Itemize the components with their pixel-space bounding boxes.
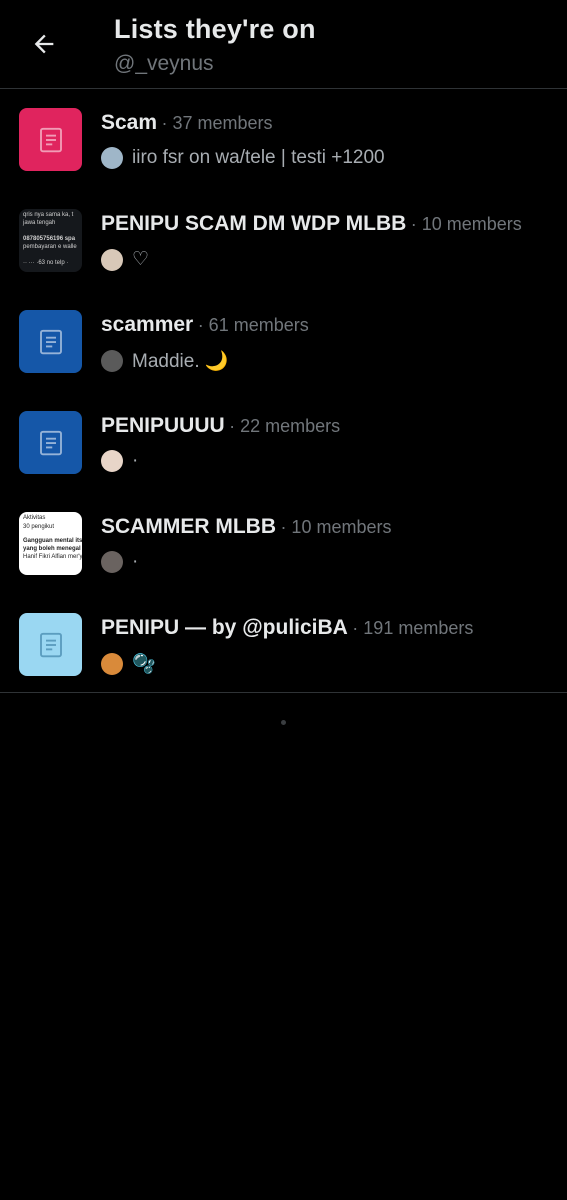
owner-name: 🫧 [132, 654, 156, 675]
page-header: Lists they're on @_veynus [0, 0, 567, 89]
thumbnail-text: Hanif Fikri Alfian mer'y [23, 554, 82, 560]
user-handle: @_veynus [114, 52, 214, 75]
list-title-line: SCAMMER MLBB · 10 members [101, 515, 391, 539]
list-title-line: PENIPUUUU · 22 members [101, 414, 340, 438]
list-document-icon [39, 632, 62, 657]
list-item[interactable]: Scam · 37 members iiro fsr on wa/tele | t… [0, 89, 567, 190]
list-item[interactable]: PENIPU — by @puliciBA · 191 members 🫧 [0, 594, 567, 695]
list-thumbnail [19, 310, 82, 373]
list-name: Scam [101, 111, 158, 134]
list-name: scammer [101, 313, 194, 336]
list-thumbnail [19, 613, 82, 676]
list-owner-line: iiro fsr on wa/tele | testi +1200 [101, 147, 385, 169]
list-item[interactable]: PENIPUUUU · 22 members · [0, 392, 567, 493]
list-owner-line: ♡ [101, 248, 149, 271]
divider [0, 692, 567, 693]
page-title: Lists they're on [114, 14, 316, 44]
owner-avatar [101, 147, 123, 169]
member-count: · 10 members [280, 517, 392, 537]
owner-avatar [101, 350, 123, 372]
thumbnail-text: qris nya sama ka, t [23, 212, 74, 218]
list-item[interactable]: qris nya sama ka, t jawa tengah 0878057561… [0, 190, 567, 291]
owner-name: iiro fsr on wa/tele | testi +1200 [132, 147, 385, 168]
thumbnail-screenshot: Aktivitas 30 pengikut Gangguan mental its y… [19, 512, 82, 575]
list-item[interactable]: Aktivitas 30 pengikut Gangguan mental its y… [0, 493, 567, 594]
thumbnail-text: Gangguan mental its [23, 538, 82, 544]
owner-name: Maddie. 🌙 [132, 351, 229, 372]
list-title-line: PENIPU — by @puliciBA · 191 members [101, 616, 473, 640]
owner-avatar [101, 248, 123, 271]
owner-name: · [132, 551, 139, 572]
thumbnail-text: yang boleh menegal [23, 546, 81, 552]
arrow-left-icon [34, 34, 54, 54]
list-title-line: Scam · 37 members [101, 111, 273, 135]
list-thumbnail: Aktivitas 30 pengikut Gangguan mental its y… [19, 512, 82, 575]
list-owner-line: · [101, 551, 138, 573]
list-title-line: scammer · 61 members [101, 313, 309, 337]
thumbnail-text: 30 pengikut [23, 524, 55, 530]
list-owner-line: · [101, 450, 138, 472]
member-count: · 37 members [161, 113, 273, 133]
thumbnail-text: ·· ··· ·63 no telp · [23, 260, 69, 266]
list-document-icon [39, 127, 62, 152]
owner-name: ♡ [132, 249, 150, 270]
list-item[interactable]: scammer · 61 members Maddie. 🌙 [0, 291, 567, 392]
owner-name: · [132, 450, 139, 471]
list-owner-line: 🫧 [101, 652, 156, 676]
list-thumbnail [19, 411, 82, 474]
thumbnail-text: pembayaran e walle [23, 244, 77, 250]
thumbnail-text: Aktivitas [23, 515, 46, 521]
loading-dot [281, 720, 286, 725]
list-document-icon [39, 329, 62, 354]
list-owner-line: Maddie. 🌙 [101, 349, 229, 373]
lists-container: Scam · 37 members iiro fsr on wa/tele | t… [0, 89, 567, 695]
list-name: SCAMMER MLBB [101, 515, 276, 538]
owner-avatar [101, 653, 123, 675]
member-count: · 61 members [197, 315, 309, 335]
list-title-line: PENIPU SCAM DM WDP MLBB · 10 members [101, 212, 522, 236]
thumbnail-text: 087805756196 spa [23, 236, 76, 242]
member-count: · 22 members [229, 416, 341, 436]
thumbnail-screenshot: qris nya sama ka, t jawa tengah 0878057561… [19, 209, 82, 272]
list-name: PENIPU — by @puliciBA [101, 616, 348, 639]
list-name: PENIPUUUU [101, 414, 225, 437]
list-thumbnail [19, 108, 82, 171]
member-count: · 10 members [410, 214, 522, 234]
back-button[interactable] [26, 26, 62, 62]
owner-avatar [101, 450, 123, 472]
thumbnail-text: jawa tengah [23, 220, 56, 226]
list-name: PENIPU SCAM DM WDP MLBB [101, 212, 407, 235]
owner-avatar [101, 551, 123, 573]
member-count: · 191 members [352, 618, 474, 638]
list-thumbnail: qris nya sama ka, t jawa tengah 0878057561… [19, 209, 82, 272]
list-document-icon [39, 430, 62, 455]
